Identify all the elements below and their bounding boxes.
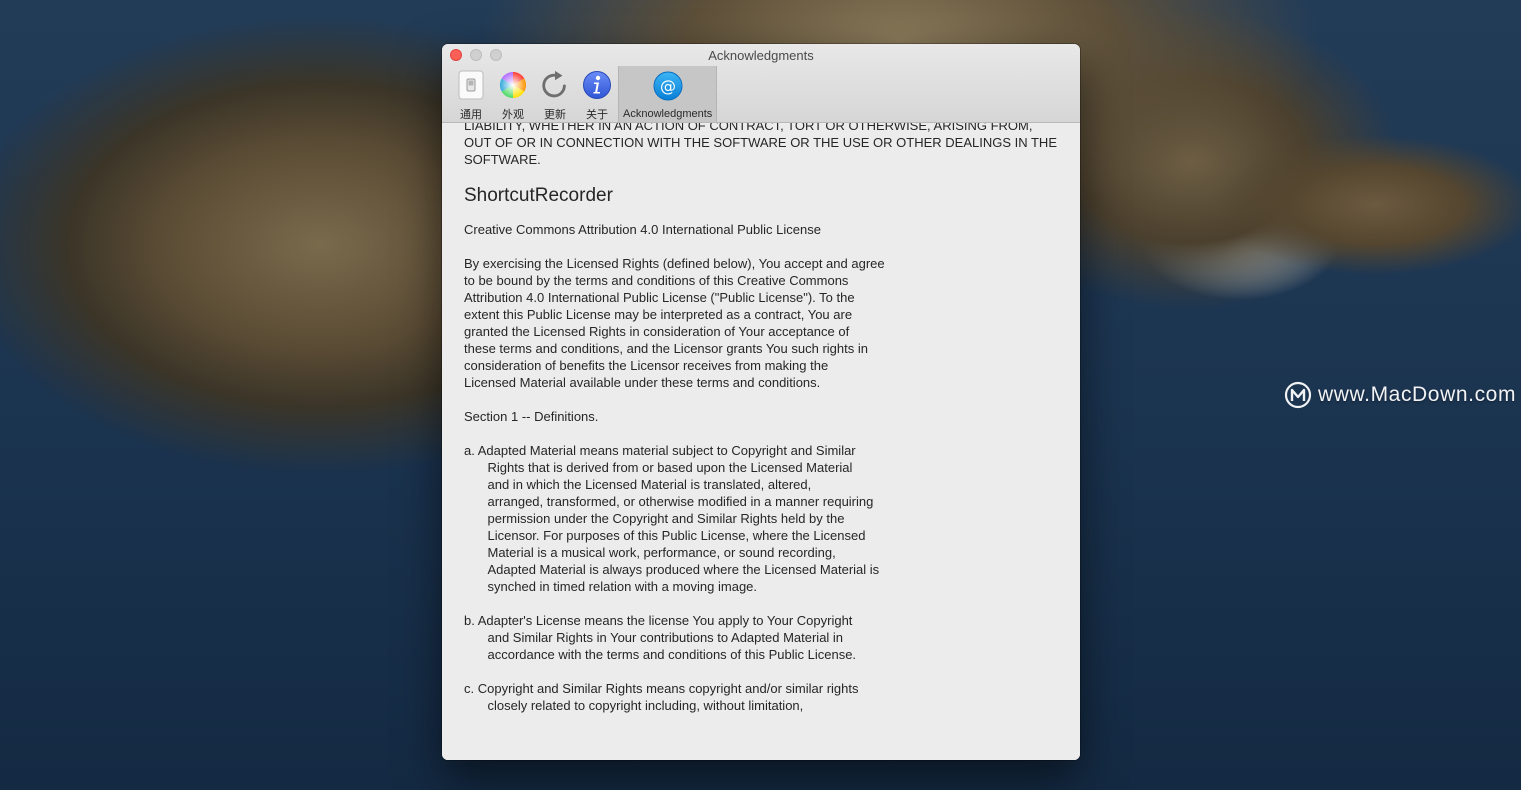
preferences-toolbar: 通用 外观 更新 关于 @ Acknowledgments	[450, 66, 718, 122]
acknowledgments-window: Acknowledgments 通用 外观 更新 关于 @ Acknowledg…	[442, 44, 1080, 760]
license-tail-paragraph: LIABILITY, WHETHER IN AN ACTION OF CONTR…	[464, 123, 1057, 167]
title-bar: Acknowledgments 通用 外观 更新 关于 @ Acknowledg…	[442, 44, 1080, 123]
tab-general-label: 通用	[460, 109, 482, 121]
tab-appearance-label: 外观	[502, 109, 524, 121]
definition-c-body: closely related to copyright including, …	[487, 698, 804, 713]
acknowledgments-text-area[interactable]: LIABILITY, WHETHER IN AN ACTION OF CONTR…	[442, 123, 1080, 760]
tab-acknowledgments[interactable]: @ Acknowledgments	[618, 66, 718, 122]
license-name: Creative Commons Attribution 4.0 Interna…	[464, 222, 821, 237]
tab-update-label: 更新	[544, 109, 566, 121]
tab-about[interactable]: 关于	[576, 66, 618, 122]
definition-b-body: and Similar Rights in Your contributions…	[487, 630, 857, 662]
license-intro-paragraph: By exercising the Licensed Rights (defin…	[464, 256, 885, 390]
tab-general[interactable]: 通用	[450, 66, 492, 122]
definition-c: c. Copyright and Similar Rights means co…	[464, 680, 1058, 714]
definition-c-first-line: c. Copyright and Similar Rights means co…	[464, 681, 859, 696]
library-heading: ShortcutRecorder	[464, 185, 613, 206]
section-title: Section 1 -- Definitions.	[464, 409, 599, 424]
info-icon	[581, 70, 613, 100]
tab-appearance[interactable]: 外观	[492, 66, 534, 122]
definition-a-first-line: a. Adapted Material means material subje…	[464, 443, 856, 458]
watermark-text: www.MacDown.com	[1318, 383, 1517, 406]
definition-a-body: Rights that is derived from or based upo…	[487, 460, 880, 594]
at-sign-icon: @	[652, 70, 684, 102]
color-wheel-icon	[497, 70, 529, 100]
macdown-logo-icon	[1284, 381, 1312, 409]
refresh-icon	[539, 70, 571, 100]
window-title: Acknowledgments	[708, 48, 814, 63]
switch-icon	[455, 70, 487, 100]
definition-b: b. Adapter's License means the license Y…	[464, 612, 1058, 663]
definition-a: a. Adapted Material means material subje…	[464, 442, 1058, 595]
definition-b-first-line: b. Adapter's License means the license Y…	[464, 613, 853, 628]
tab-update[interactable]: 更新	[534, 66, 576, 122]
tab-acknowledgments-label: Acknowledgments	[623, 108, 713, 120]
svg-text:@: @	[660, 77, 676, 96]
watermark: www.MacDown.com	[1284, 380, 1516, 410]
tab-about-label: 关于	[586, 109, 608, 121]
